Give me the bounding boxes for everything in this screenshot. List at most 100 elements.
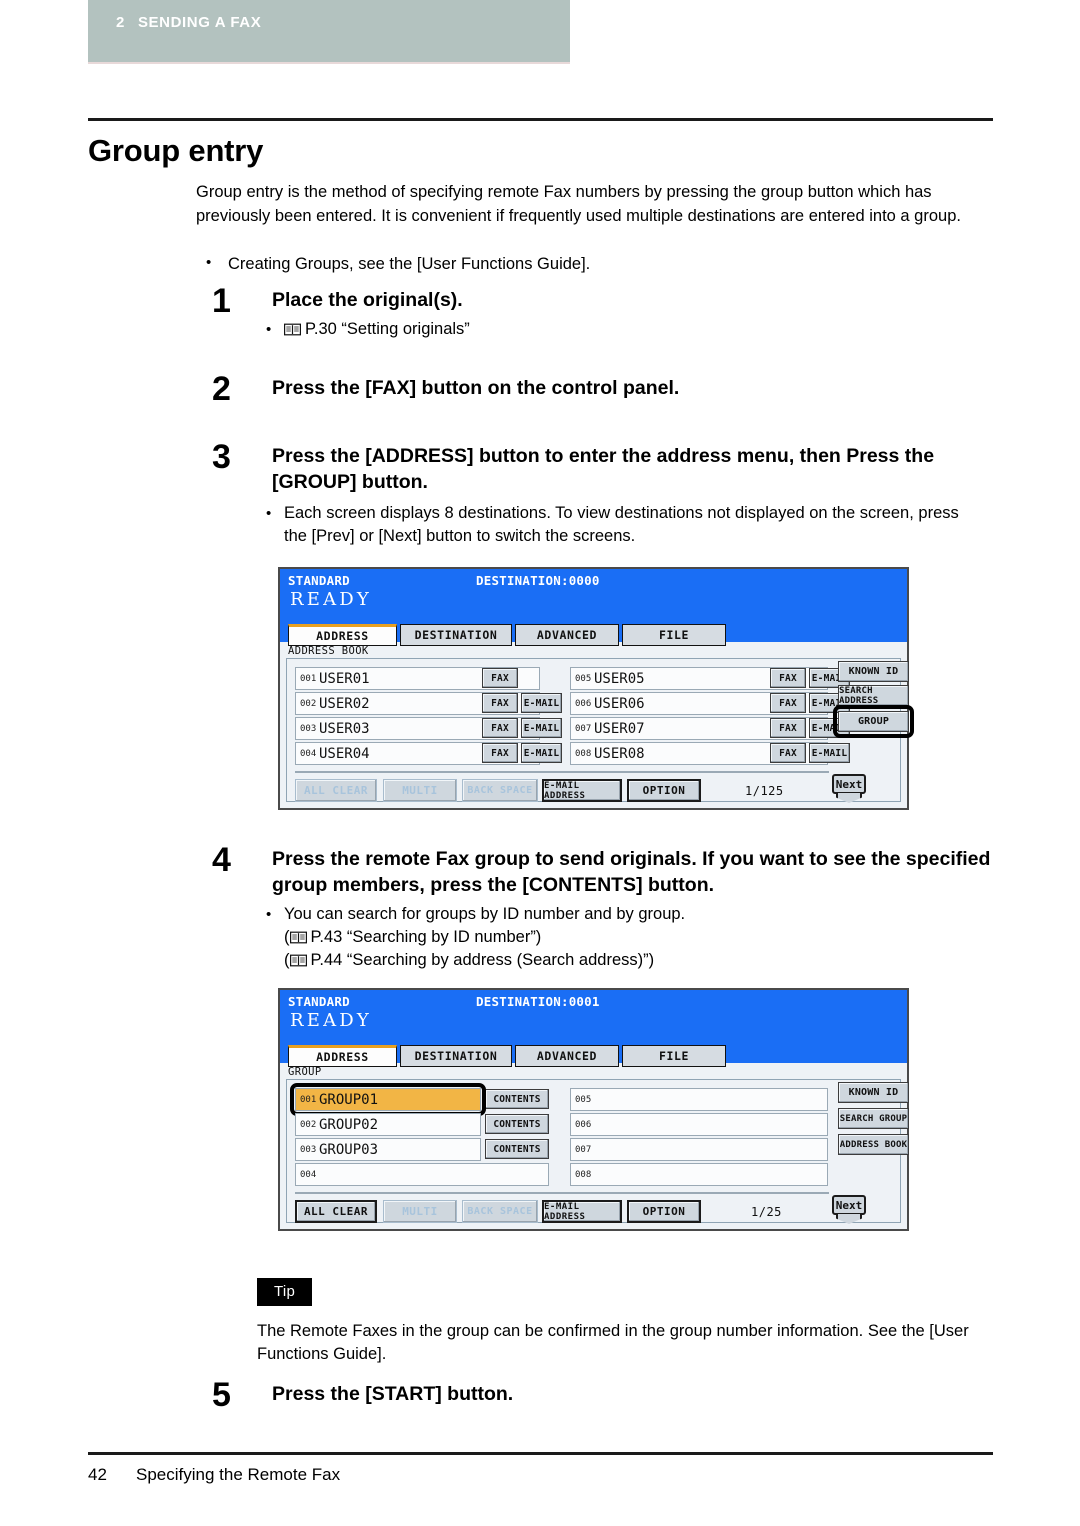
tab-destination-label: DESTINATION: [414, 628, 498, 642]
email-button-002[interactable]: E-MAIL: [521, 693, 562, 713]
known-id-label: KNOWN ID: [848, 666, 899, 677]
entry-index: 002: [300, 699, 317, 709]
lcd-screen-address-book[interactable]: STANDARD DESTINATION:0000 READY ADDRESS …: [278, 567, 914, 810]
lcd-screen-group[interactable]: STANDARD DESTINATION:0001 READY ADDRESS …: [278, 988, 909, 1231]
email-button-004[interactable]: E-MAIL: [521, 743, 562, 763]
group-entry-005[interactable]: 005: [570, 1088, 828, 1111]
fax-button-label: FAX: [779, 672, 797, 684]
step-1-ref-page: P.30: [305, 320, 342, 338]
lcd-content-area: ADDRESS BOOK 001 USER01 FAX 002 USER02 F…: [282, 645, 914, 806]
email-button-label: E-MAIL: [523, 697, 560, 709]
group-entry-006[interactable]: 006: [570, 1113, 828, 1136]
fax-button-003[interactable]: FAX: [482, 718, 518, 738]
step-4-ref-1: ( P.43 “Searching by ID number”): [284, 926, 984, 949]
tab-destination[interactable]: DESTINATION: [400, 1045, 512, 1067]
contents-button-label: CONTENTS: [493, 1143, 541, 1155]
fax-button-label: FAX: [779, 722, 797, 734]
all-clear-label: ALL CLEAR: [303, 1205, 369, 1218]
group-entry-003[interactable]: 003 GROUP03: [295, 1138, 481, 1161]
tab-address-label: ADDRESS: [316, 1050, 369, 1064]
intro-paragraph: Group entry is the method of specifying …: [196, 183, 961, 225]
back-space-button[interactable]: BACK SPACE: [462, 779, 538, 802]
group-entry-002[interactable]: 002 GROUP02: [295, 1113, 481, 1136]
entry-index: 006: [575, 1120, 592, 1130]
tab-file[interactable]: FILE: [622, 624, 726, 646]
tab-advanced[interactable]: ADVANCED: [515, 1045, 619, 1067]
fax-button-label: FAX: [491, 697, 509, 709]
known-id-button[interactable]: KNOWN ID: [838, 661, 909, 682]
email-address-label: E-MAIL ADDRESS: [544, 1201, 586, 1222]
search-address-label: SEARCH ADDRESS: [839, 685, 879, 706]
step-1-subtext: • P.30 “Setting originals”: [266, 318, 1044, 341]
fax-button-005[interactable]: FAX: [770, 668, 806, 688]
address-book-button[interactable]: ADDRESS BOOK: [838, 1134, 909, 1155]
group-button[interactable]: GROUP: [838, 711, 909, 732]
next-button-tail: [836, 1214, 862, 1224]
email-address-button[interactable]: E-MAIL ADDRESS: [542, 1200, 622, 1223]
top-divider-rule: [88, 118, 993, 121]
step-4-title: Press the remote Fax group to send origi…: [272, 848, 991, 896]
next-button-label: Next: [835, 777, 863, 791]
search-address-button[interactable]: SEARCH ADDRESS: [838, 685, 909, 706]
option-button[interactable]: OPTION: [627, 779, 701, 802]
lcd-mode-label: STANDARD: [288, 994, 350, 1009]
next-button[interactable]: Next: [832, 774, 866, 804]
step-5-title: Press the [START] button.: [272, 1383, 514, 1405]
group-entry-007[interactable]: 007: [570, 1138, 828, 1161]
book-icon: [289, 954, 307, 967]
fax-button-001[interactable]: FAX: [482, 668, 518, 688]
step-1-title: Place the original(s).: [272, 289, 463, 311]
fax-button-006[interactable]: FAX: [770, 693, 806, 713]
lcd-section-label: ADDRESS BOOK: [288, 645, 369, 657]
entry-name: USER05: [594, 671, 645, 687]
entry-index: 001: [300, 1095, 317, 1105]
tab-advanced-label: ADVANCED: [536, 628, 598, 642]
group-entry-008[interactable]: 008: [570, 1163, 828, 1186]
tab-advanced[interactable]: ADVANCED: [515, 624, 619, 646]
next-button[interactable]: Next: [832, 1195, 866, 1225]
step-3-subtext: • Each screen displays 8 destinations. T…: [266, 502, 984, 548]
all-clear-button[interactable]: ALL CLEAR: [295, 779, 377, 802]
multi-button[interactable]: MULTI: [383, 1200, 457, 1223]
option-button[interactable]: OPTION: [627, 1200, 701, 1223]
contents-button-003[interactable]: CONTENTS: [485, 1139, 549, 1159]
all-clear-button[interactable]: ALL CLEAR: [295, 1200, 377, 1223]
next-button-face: Next: [832, 774, 866, 794]
entry-name: USER08: [594, 746, 645, 762]
search-group-button[interactable]: SEARCH GROUP: [838, 1108, 909, 1129]
running-header-bar: 2 SENDING A FAX: [88, 0, 570, 62]
group-entry-004[interactable]: 004: [295, 1163, 549, 1186]
fax-button-008[interactable]: FAX: [770, 743, 806, 763]
fax-button-007[interactable]: FAX: [770, 718, 806, 738]
back-space-button[interactable]: BACK SPACE: [462, 1200, 538, 1223]
multi-button[interactable]: MULTI: [383, 779, 457, 802]
contents-button-label: CONTENTS: [493, 1093, 541, 1105]
contents-button-001[interactable]: CONTENTS: [485, 1089, 549, 1109]
entry-name: USER07: [594, 721, 645, 737]
fax-button-002[interactable]: FAX: [482, 693, 518, 713]
tab-file[interactable]: FILE: [622, 1045, 726, 1067]
email-button-label: E-MAIL: [811, 747, 848, 759]
footer-divider-rule: [88, 1452, 993, 1455]
intro-bullet: • Creating Groups, see the [User Functio…: [206, 252, 988, 276]
fax-button-004[interactable]: FAX: [482, 743, 518, 763]
entry-name: USER01: [319, 671, 370, 687]
contents-button-002[interactable]: CONTENTS: [485, 1114, 549, 1134]
email-button-008[interactable]: E-MAIL: [809, 743, 850, 763]
book-icon: [284, 323, 301, 336]
email-address-button[interactable]: E-MAIL ADDRESS: [542, 779, 622, 802]
tab-file-label: FILE: [658, 1049, 690, 1063]
tab-address[interactable]: ADDRESS: [288, 624, 397, 646]
intro-bullet-text: Creating Groups, see the [User Functions…: [228, 255, 591, 273]
tab-destination[interactable]: DESTINATION: [400, 624, 512, 646]
known-id-button[interactable]: KNOWN ID: [838, 1082, 909, 1103]
entry-name: USER04: [319, 746, 370, 762]
lcd-destination-counter: DESTINATION:0001: [476, 994, 600, 1009]
lcd-divider: [295, 771, 829, 773]
group-entry-001[interactable]: 001 GROUP01: [295, 1088, 481, 1111]
bullet-dot: •: [206, 254, 212, 271]
footer: 42 Specifying the Remote Fax: [88, 1465, 340, 1485]
tab-address[interactable]: ADDRESS: [288, 1045, 397, 1067]
email-button-003[interactable]: E-MAIL: [521, 718, 562, 738]
running-header-text: 2 SENDING A FAX: [116, 14, 261, 31]
